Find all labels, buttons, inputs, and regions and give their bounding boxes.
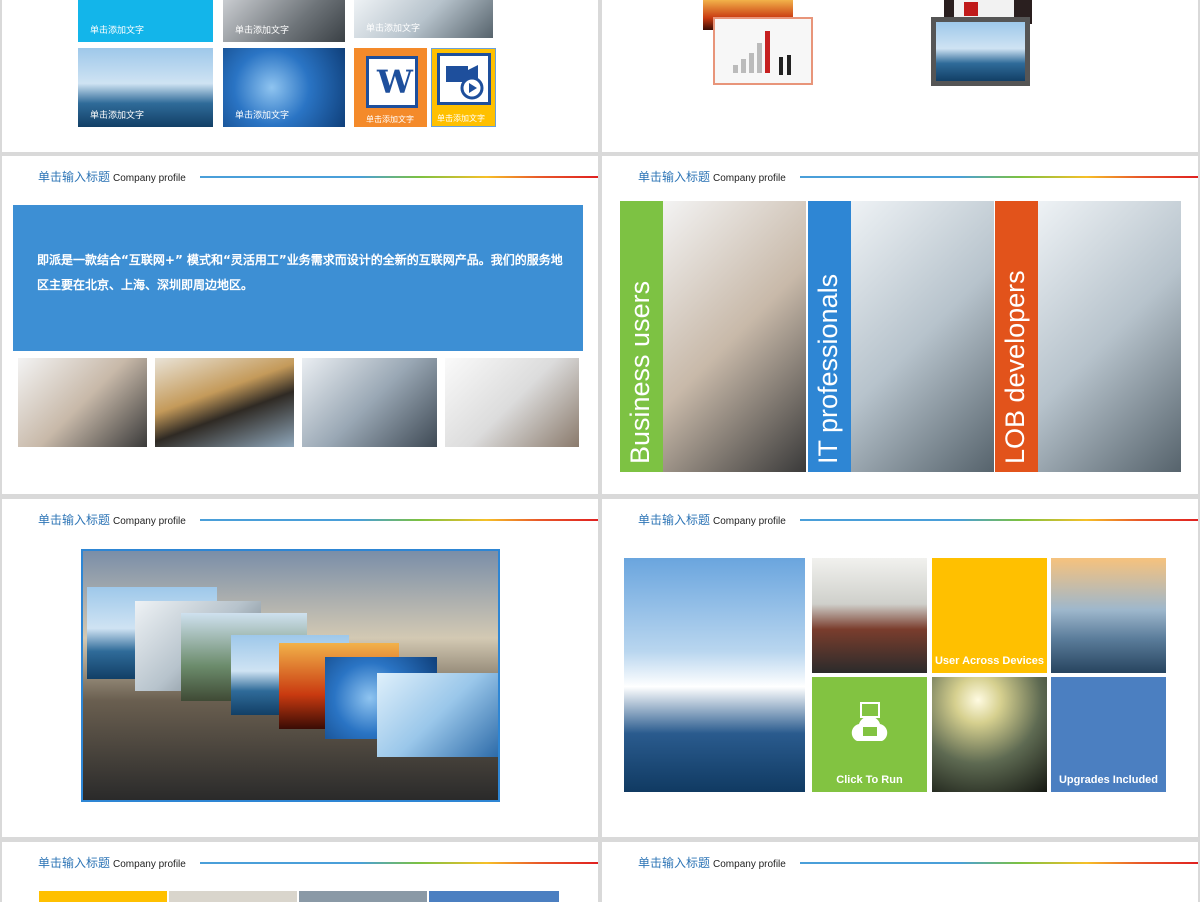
slide-header: 单击输入标题 Company profile <box>638 854 786 874</box>
handshake-photo <box>302 358 437 447</box>
strip-label-wrap: LOB developers <box>995 204 1038 464</box>
header-subtitle: Company profile <box>113 859 186 870</box>
video-file-icon <box>437 53 491 105</box>
slide-2[interactable] <box>602 0 1198 152</box>
intro-text-box[interactable]: 即派是一款结合“互联网+” 模式和“灵活用工”业务需求而设计的全新的互联网产品。… <box>13 205 583 351</box>
slide-header: 单击输入标题 Company profile <box>638 511 786 531</box>
slide-header: 单击输入标题 Company profile <box>38 511 186 531</box>
slide-4[interactable]: 单击输入标题 Company profile Business users IT … <box>602 156 1198 494</box>
tile-caption: 单击添加文字 <box>366 24 421 34</box>
header-subtitle: Company profile <box>713 516 786 527</box>
slide-3[interactable]: 单击输入标题 Company profile 即派是一款结合“互联网+” 模式和“… <box>2 156 598 494</box>
header-rule <box>200 862 598 864</box>
sailboats-photo <box>1051 558 1166 673</box>
user-across-devices-tile[interactable]: User Across Devices <box>932 558 1047 673</box>
tile-caption: 单击添加文字 <box>90 26 145 36</box>
lob-developers-photo <box>1038 201 1181 472</box>
strip-label-wrap: Business users <box>620 204 663 464</box>
tile-caption: 单击添加文字 <box>90 111 145 121</box>
tile-caption: 单击添加文字 <box>235 111 290 121</box>
slide-grid: 单击添加文字 单击添加文字 单击添加文字 单击添加文字 单击添加文字 W 单击添… <box>0 0 1200 902</box>
meeting-room-photo <box>812 558 927 673</box>
header-subtitle: Company profile <box>113 516 186 527</box>
slide-8[interactable]: 单击输入标题 Company profile <box>602 842 1198 902</box>
header-rule <box>200 176 598 178</box>
tile-label: Upgrades Included <box>1058 774 1159 786</box>
header-rule <box>200 519 598 521</box>
click-to-run-tile[interactable]: Click To Run <box>812 677 927 792</box>
slide-header: 单击输入标题 Company profile <box>638 168 786 188</box>
header-title[interactable]: 单击输入标题 <box>38 856 110 870</box>
cloud-device-icon <box>851 702 888 741</box>
it-professionals-photo <box>851 201 994 472</box>
tile-caption: 单击添加文字 <box>235 26 290 36</box>
slide-7[interactable]: 单击输入标题 Company profile <box>2 842 598 902</box>
strip-label-wrap: IT professionals <box>808 204 851 464</box>
header-title[interactable]: 单击输入标题 <box>638 856 710 870</box>
photo-tile <box>299 891 427 902</box>
business-users-photo <box>663 201 806 472</box>
team-photo <box>18 358 147 447</box>
header-title[interactable]: 单击输入标题 <box>38 170 110 184</box>
collage-photo-7 <box>377 673 498 757</box>
tile-caption: 单击添加文字 <box>437 114 485 123</box>
collage-background-photo <box>81 549 500 802</box>
header-title[interactable]: 单击输入标题 <box>38 513 110 527</box>
strip-label: IT professionals <box>812 273 843 464</box>
word-document-icon: W <box>366 56 418 108</box>
mountain-silhouette-photo <box>932 677 1047 792</box>
intro-paragraph[interactable]: 即派是一款结合“互联网+” 模式和“灵活用工”业务需求而设计的全新的互联网产品。… <box>37 248 567 298</box>
writing-photo <box>445 358 579 447</box>
tile-caption: 单击添加文字 <box>366 115 414 124</box>
slide-header: 单击输入标题 Company profile <box>38 854 186 874</box>
photo-tile <box>169 891 297 902</box>
video-tile[interactable]: 单击添加文字 <box>431 48 496 127</box>
city-skyline-photo <box>931 17 1030 86</box>
header-title[interactable]: 单击输入标题 <box>638 513 710 527</box>
word-tile[interactable]: W 单击添加文字 <box>354 48 427 127</box>
slide-5[interactable]: 单击输入标题 Company profile <box>2 499 598 837</box>
growth-chart-photo <box>713 17 813 85</box>
gears-photo: 单击添加文字 <box>223 48 345 127</box>
tile-label: User Across Devices <box>934 655 1045 667</box>
sailing-ship-photo: 单击添加文字 <box>78 48 213 127</box>
slide-header: 单击输入标题 Company profile <box>38 168 186 188</box>
header-subtitle: Company profile <box>713 173 786 184</box>
lob-developers-panel[interactable]: LOB developers <box>995 201 1181 472</box>
tile-label: Click To Run <box>836 774 903 786</box>
upgrades-included-tile[interactable]: Upgrades Included <box>1051 677 1166 792</box>
header-rule <box>800 862 1198 864</box>
yellow-tile <box>39 891 167 902</box>
slide-1[interactable]: 单击添加文字 单击添加文字 单击添加文字 单击添加文字 单击添加文字 W 单击添… <box>2 0 598 152</box>
strip-label: LOB developers <box>999 270 1030 464</box>
business-photo: 单击添加文字 <box>354 0 493 38</box>
it-professionals-panel[interactable]: IT professionals <box>808 201 994 472</box>
business-users-panel[interactable]: Business users <box>620 201 806 472</box>
header-rule <box>800 176 1198 178</box>
strip-label: Business users <box>624 280 655 464</box>
tall-ship-photo <box>624 558 805 792</box>
header-title[interactable]: 单击输入标题 <box>638 170 710 184</box>
header-subtitle: Company profile <box>713 859 786 870</box>
header-subtitle: Company profile <box>113 173 186 184</box>
blue-tile <box>429 891 559 902</box>
rock-photo: 单击添加文字 <box>223 0 345 42</box>
slide-6[interactable]: 单击输入标题 Company profile User Across Device… <box>602 499 1198 837</box>
rowing-photo <box>155 358 294 447</box>
header-rule <box>800 519 1198 521</box>
cyan-tile: 单击添加文字 <box>78 0 213 42</box>
